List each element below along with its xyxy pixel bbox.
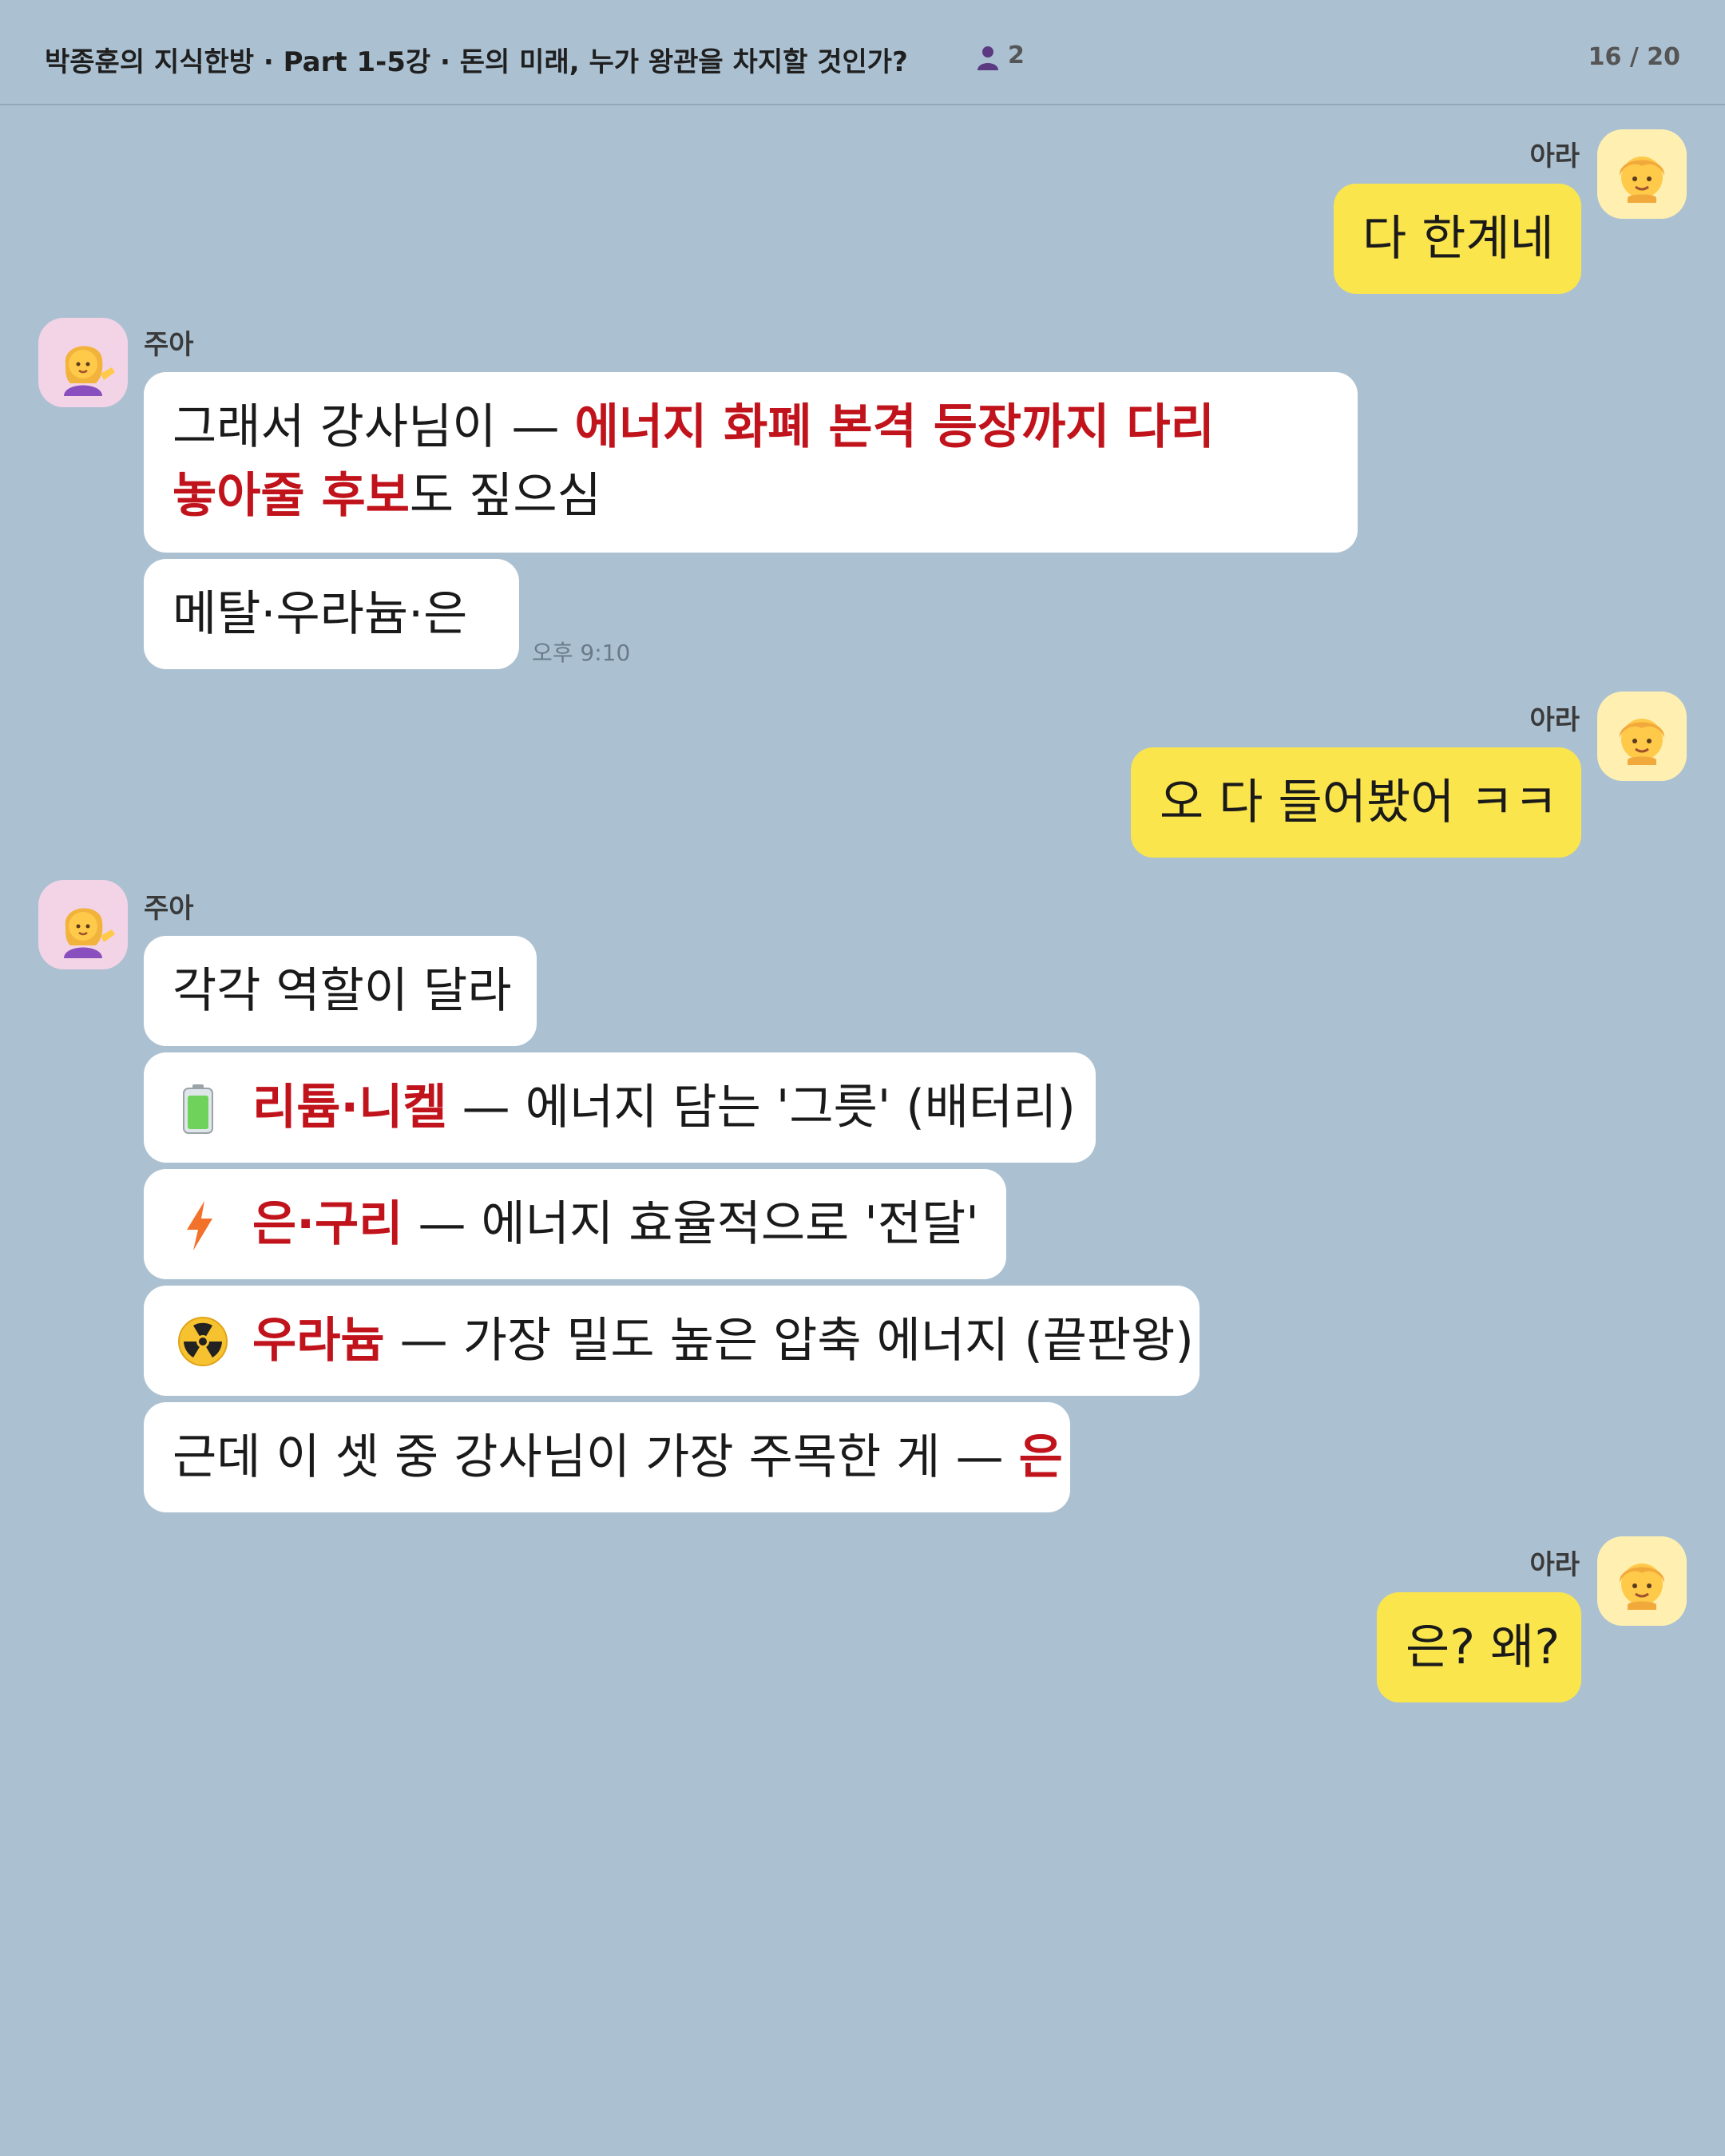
sender-name: 아라	[1529, 1549, 1580, 1581]
message-text: 각각 역할이 달라	[172, 963, 512, 1019]
message-bubble[interactable]: 다 한계네	[1334, 184, 1581, 294]
chat-header: 박종훈의 지식한방 · Part 1-5강 · 돈의 미래, 누가 왕관을 차지…	[0, 0, 1725, 105]
message-text-plain: 근데 이 셋 중 강사님이 가장 주목한 게 —	[172, 1429, 1019, 1485]
sender-name: 주아	[144, 329, 194, 361]
message-text: 오 다 들어봤어 ㅋㅋ	[1160, 775, 1558, 830]
my-avatar[interactable]	[1597, 129, 1687, 219]
tipping-hand-woman-emoji	[64, 908, 115, 958]
message-bubble[interactable]: 메탈·우라늄·은	[144, 559, 519, 669]
message-bubble[interactable]: 오 다 들어봤어 ㅋㅋ	[1131, 747, 1581, 858]
message-text-plain: — 에너지 효율적으로 '전달'	[402, 1196, 979, 1252]
message-bubble[interactable]: 은·구리 — 에너지 효율적으로 '전달'	[144, 1169, 1006, 1279]
other-avatar[interactable]	[38, 880, 128, 969]
message-text-highlight: 에너지 화폐 본격 등장까지 다리	[574, 399, 1215, 455]
person-icon	[978, 46, 998, 70]
message-bubble[interactable]: 은? 왜?	[1377, 1592, 1581, 1702]
message-text: 근데 이 셋 중 강사님이 가장 주목한 게 — 은	[172, 1423, 1063, 1492]
message-text: 우라늄 — 가장 밀도 높은 압축 에너지 (끝판왕)	[252, 1306, 1194, 1375]
sender-name: 아라	[1529, 704, 1580, 736]
message-text-highlight: 은·구리	[252, 1196, 403, 1252]
message-text: 은·구리 — 에너지 효율적으로 '전달'	[252, 1190, 979, 1258]
other-avatar[interactable]	[38, 318, 128, 407]
message-text-highlight: 리튬·니켈	[252, 1080, 447, 1135]
message-text: 그래서 강사님이 — 에너지 화폐 본격 등장까지 다리놓아줄 후보도 짚으심	[172, 393, 1215, 530]
message-bubble[interactable]: 리튬·니켈 — 에너지 담는 '그릇' (배터리)	[144, 1052, 1096, 1163]
message-text: 다 한계네	[1362, 211, 1554, 267]
message-text-highlight: 놓아줄 후보	[172, 468, 410, 524]
page-counter: 16 / 20	[1588, 43, 1680, 71]
sender-name: 주아	[144, 893, 194, 925]
message-text-plain: 그래서 강사님이 —	[172, 399, 575, 455]
blonde-child-emoji	[1619, 719, 1665, 765]
message-text-plain: — 가장 밀도 높은 압축 에너지 (끝판왕)	[384, 1313, 1194, 1369]
lightning-icon	[187, 1201, 212, 1250]
message-bubble[interactable]: 근데 이 셋 중 강사님이 가장 주목한 게 — 은	[144, 1402, 1070, 1512]
message-text: 리튬·니켈 — 에너지 담는 '그릇' (배터리)	[252, 1073, 1076, 1142]
message-text-highlight: 은	[1018, 1429, 1063, 1485]
tipping-hand-woman-emoji	[64, 346, 115, 396]
member-count: 2	[1008, 42, 1025, 69]
message-bubble[interactable]: 우라늄 — 가장 밀도 높은 압축 에너지 (끝판왕)	[144, 1286, 1200, 1396]
blonde-child-emoji	[1619, 157, 1665, 203]
message-text: 은? 왜?	[1406, 1619, 1560, 1675]
timestamp: 오후 9:10	[532, 640, 631, 666]
message-text-highlight: 우라늄	[252, 1313, 385, 1369]
message-bubble[interactable]: 각각 역할이 달라	[144, 936, 537, 1046]
chat-title: 박종훈의 지식한방 · Part 1-5강 · 돈의 미래, 누가 왕관을 차지…	[45, 46, 908, 78]
message-text-plain: — 에너지 담는 '그릇' (배터리)	[446, 1080, 1076, 1135]
my-avatar[interactable]	[1597, 692, 1687, 781]
my-avatar[interactable]	[1597, 1536, 1687, 1626]
blonde-child-emoji	[1619, 1563, 1665, 1610]
sender-name: 아라	[1529, 141, 1580, 172]
message-text-plain: 도 짚으심	[409, 468, 601, 524]
message-bubble[interactable]: 그래서 강사님이 — 에너지 화폐 본격 등장까지 다리놓아줄 후보도 짚으심	[144, 372, 1358, 553]
battery-icon	[183, 1084, 213, 1134]
radioactive-icon	[178, 1317, 228, 1366]
message-text: 메탈·우라늄·은	[172, 586, 468, 642]
